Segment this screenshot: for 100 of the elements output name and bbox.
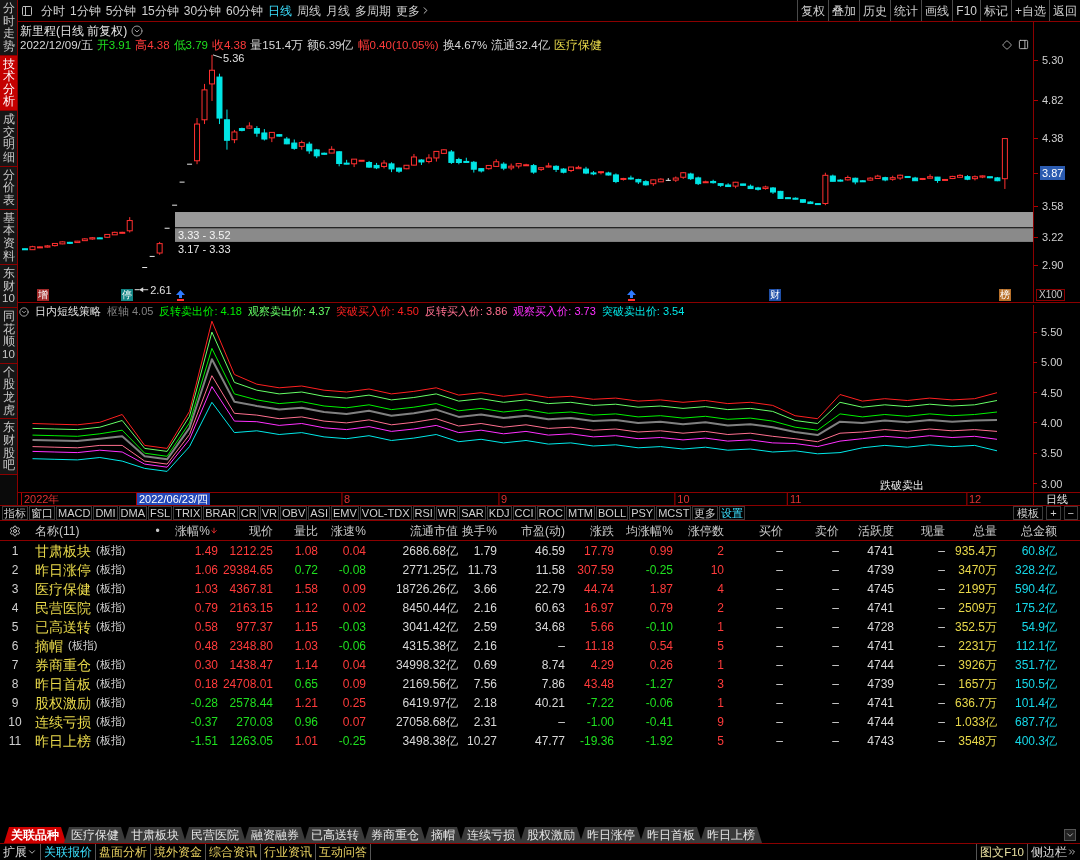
sector-name[interactable]: 昨日涨停 xyxy=(35,560,91,579)
sector-tab[interactable]: 昨日涨停 xyxy=(580,827,642,843)
sector-name[interactable]: 昨日首板 xyxy=(35,674,91,693)
bottom-tab[interactable]: 互动问答 xyxy=(316,844,371,860)
indicator-tab[interactable]: RSI xyxy=(412,506,435,520)
sector-tab[interactable]: 股权激励 xyxy=(520,827,582,843)
toolbar-button[interactable]: 返回 xyxy=(1049,0,1080,21)
period-tab[interactable]: 多周期 xyxy=(355,1,392,20)
period-tab[interactable]: 日线 xyxy=(268,1,293,20)
column-header[interactable]: 均涨幅% xyxy=(616,521,675,540)
sector-tab[interactable]: 融资融券 xyxy=(244,827,306,843)
sector-tab[interactable]: 昨日首板 xyxy=(640,827,702,843)
column-header[interactable]: 涨跌 xyxy=(567,521,616,540)
sidebar-tab[interactable]: 个股龙虎 xyxy=(0,363,17,420)
column-header[interactable]: 总量 xyxy=(947,521,999,540)
sector-tab[interactable]: 已高送转 xyxy=(304,827,366,843)
indicator-tab[interactable]: VR xyxy=(259,506,279,520)
period-tab[interactable]: 月线 xyxy=(326,1,351,20)
bottom-tab[interactable]: 关联报价 xyxy=(41,844,96,860)
toolbar-button[interactable]: 标记 xyxy=(980,0,1011,21)
circle-chevron-icon[interactable] xyxy=(131,25,144,37)
indicator-tab[interactable]: MCST xyxy=(656,506,692,520)
column-header[interactable]: 买价 xyxy=(726,521,785,540)
column-header[interactable]: 涨停数 xyxy=(675,521,726,540)
column-header[interactable]: • xyxy=(150,521,165,540)
toolbar-button[interactable]: F10 xyxy=(952,0,980,21)
settings-icon[interactable] xyxy=(9,524,21,537)
sector-tab[interactable]: 摘帽 xyxy=(424,827,462,843)
toolbar-button[interactable]: 复权 xyxy=(797,0,829,21)
indicator-tab[interactable]: MACD xyxy=(56,506,93,520)
sector-name[interactable]: 民营医院 xyxy=(35,598,91,617)
sector-name[interactable]: 甘肃板块 xyxy=(35,541,91,560)
sector-name[interactable]: 券商重仓 xyxy=(35,655,91,674)
period-tab[interactable]: 60分钟 xyxy=(226,1,264,20)
column-header[interactable]: 名称(11) xyxy=(30,521,150,540)
indicator-tab[interactable]: FSL xyxy=(148,506,173,520)
column-header[interactable]: 涨幅% xyxy=(165,521,220,540)
column-header[interactable]: 现量 xyxy=(896,521,947,540)
sector-tab[interactable]: 民营医院 xyxy=(184,827,246,843)
indicator-tab[interactable]: MTM xyxy=(566,506,596,520)
toolbar-button[interactable]: 统计 xyxy=(890,0,922,21)
sidebar-tab[interactable]: 成交明细 xyxy=(0,111,17,167)
column-header[interactable]: 涨速% xyxy=(320,521,368,540)
column-header[interactable]: 量比 xyxy=(275,521,320,540)
period-tab[interactable]: 15分钟 xyxy=(141,1,179,20)
panel-control[interactable]: + xyxy=(1046,506,1061,520)
sidebar-tab[interactable]: 技术分析 xyxy=(0,55,17,112)
toolbar-button[interactable]: 历史 xyxy=(859,0,891,21)
sector-tab[interactable]: 关联品种 xyxy=(4,827,66,843)
indicator-tab[interactable]: 指标 xyxy=(2,506,28,520)
period-tab[interactable]: 周线 xyxy=(297,1,322,20)
sidebar-tab[interactable]: 东财10 xyxy=(0,265,17,309)
indicator-tab[interactable]: SAR xyxy=(459,506,486,520)
sector-name[interactable]: 连续亏损 xyxy=(35,712,91,731)
period-tab[interactable]: 分时 xyxy=(41,1,65,20)
indicator-tab[interactable]: 更多 xyxy=(692,506,719,520)
column-header[interactable]: 现价 xyxy=(220,521,275,540)
event-marker[interactable]: 停 xyxy=(121,289,133,301)
sector-name[interactable]: 昨日上榜 xyxy=(35,731,91,750)
expand-button[interactable]: 扩展 xyxy=(0,844,41,860)
sidebar-tab[interactable]: 东财股吧 xyxy=(0,419,17,475)
up-arrow-icon[interactable] xyxy=(176,290,185,301)
column-header[interactable]: 换手% xyxy=(460,521,499,540)
sidebar-tab[interactable]: 同花顺10 xyxy=(0,308,17,364)
dropdown-button[interactable] xyxy=(1064,829,1076,841)
indicator-tab[interactable]: BRAR xyxy=(203,506,238,520)
indicator-tab[interactable]: ROC xyxy=(536,506,565,520)
sector-tab[interactable]: 甘肃板块 xyxy=(124,827,186,843)
toolbar-button[interactable]: 画线 xyxy=(921,0,953,21)
diamond-icon[interactable] xyxy=(1002,39,1012,50)
sidebar-tab[interactable]: 分时走势 xyxy=(0,0,17,56)
indicator-tab[interactable]: CCI xyxy=(512,506,536,520)
indicator-tab[interactable]: 设置 xyxy=(719,506,746,520)
indicator-tab[interactable]: DMA xyxy=(118,506,147,520)
bottom-tab[interactable]: 行业资讯 xyxy=(261,844,316,860)
column-header[interactable]: 卖价 xyxy=(785,521,841,540)
sector-name[interactable]: 股权激励 xyxy=(35,693,91,712)
panel-layout-icon[interactable] xyxy=(21,4,33,17)
panel-control[interactable]: − xyxy=(1063,506,1078,520)
sector-name[interactable]: 医疗保健 xyxy=(35,579,91,598)
sector-tab[interactable]: 券商重仓 xyxy=(364,827,426,843)
column-header[interactable]: 市盈(动) xyxy=(499,521,567,540)
toolbar-button[interactable]: 叠加 xyxy=(828,0,860,21)
column-header[interactable]: 活跃度 xyxy=(841,521,896,540)
event-marker[interactable]: 财 xyxy=(769,289,781,301)
indicator-tab[interactable]: BOLL xyxy=(596,506,629,520)
sidebar-toggle-button[interactable]: 侧边栏 xyxy=(1027,844,1080,860)
bottom-tab[interactable]: 盘面分析 xyxy=(96,844,151,860)
circle-chevron-icon[interactable] xyxy=(19,306,29,317)
panel-control[interactable]: 模板 xyxy=(1013,506,1044,520)
column-header[interactable]: 流通市值 xyxy=(368,521,460,540)
indicator-tab[interactable]: PSY xyxy=(629,506,656,520)
info-button[interactable]: 图文F10 xyxy=(976,844,1027,860)
indicator-tab[interactable]: KDJ xyxy=(486,506,512,520)
toolbar-button[interactable]: +自选 xyxy=(1011,0,1049,21)
indicator-tab[interactable]: OBV xyxy=(280,506,308,520)
event-marker[interactable]: 榜 xyxy=(999,289,1011,301)
period-tab[interactable]: 1分钟 xyxy=(70,1,101,20)
indicator-tab[interactable]: WR xyxy=(435,506,459,520)
bottom-tab[interactable]: 境外资金 xyxy=(151,844,206,860)
